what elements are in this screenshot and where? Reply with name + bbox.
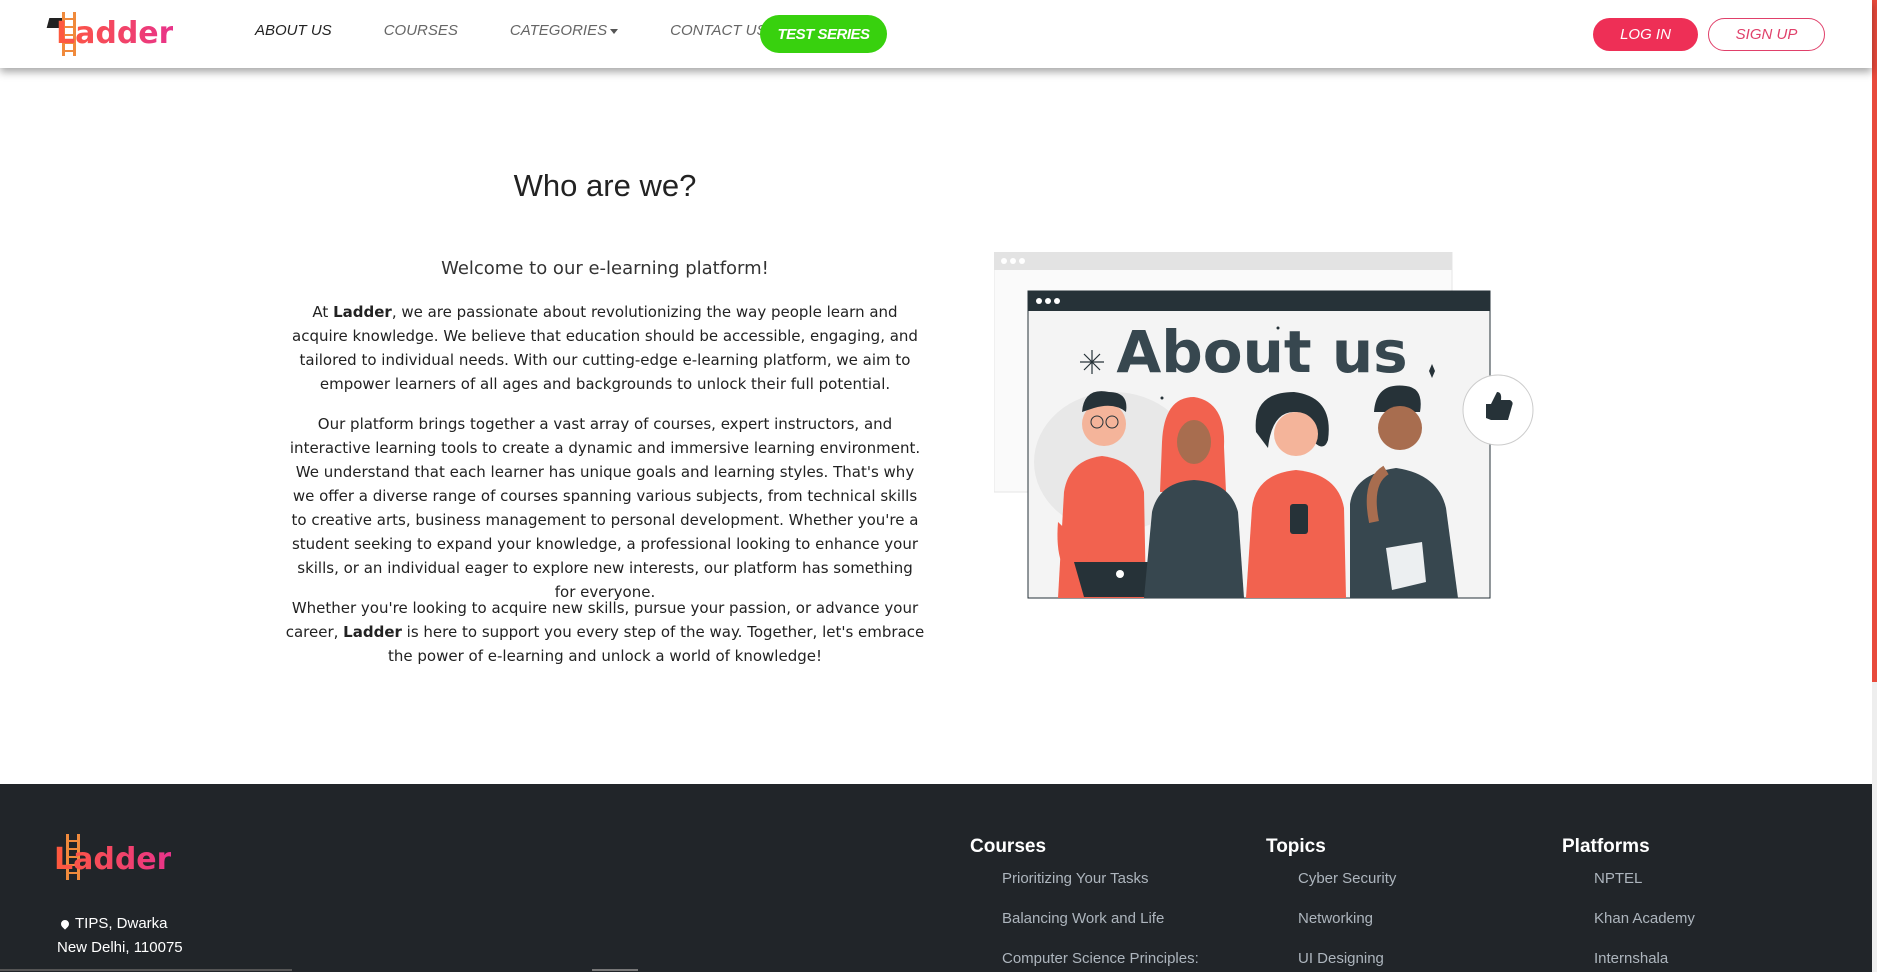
footer-topics-heading: Topics <box>1266 836 1326 857</box>
footer-courses-heading: Courses <box>970 836 1047 857</box>
footer-brand-name: Ladder <box>54 842 172 877</box>
nav-categories[interactable]: CATEGORIES <box>509 22 619 39</box>
footer-divider <box>0 969 292 971</box>
footer-platform-link[interactable]: Khan Academy <box>1594 910 1695 932</box>
footer-platforms-heading: Platforms <box>1562 836 1650 857</box>
footer-topic-link[interactable]: Cyber Security <box>1298 870 1396 892</box>
brand-logo[interactable]: Ladder <box>46 8 173 56</box>
footer-address: TIPS, Dwarka New Delhi, 110075 <box>57 912 183 960</box>
footer-topics-column: Topics Cyber Security Networking UI Desi… <box>1266 836 1396 972</box>
footer-courses-column: Courses Prioritizing Your Tasks Balancin… <box>970 836 1199 972</box>
footer-course-link[interactable]: Prioritizing Your Tasks <box>1002 870 1199 892</box>
footer-topic-link[interactable]: UI Designing <box>1298 950 1396 972</box>
footer-course-link[interactable]: Computer Science Principles: <box>1002 950 1199 972</box>
about-us-illustration: About us <box>994 252 1534 599</box>
footer-logo[interactable]: Ladder <box>44 832 194 882</box>
about-paragraph-1: At Ladder, we are passionate about revol… <box>285 300 925 396</box>
about-paragraph-3: Whether you're looking to acquire new sk… <box>285 596 925 668</box>
nav-about-us[interactable]: ABOUT US <box>255 22 332 39</box>
map-pin-icon <box>59 918 71 930</box>
nav-categories-label: CATEGORIES <box>509 22 608 39</box>
login-button[interactable]: LOG IN <box>1593 18 1698 51</box>
footer: Ladder TIPS, Dwarka New Delhi, 110075 Co… <box>0 784 1872 972</box>
scrollbar-thumb[interactable] <box>1872 0 1877 682</box>
p3-brand: Ladder <box>343 623 402 641</box>
footer-divider <box>592 969 638 971</box>
page-title: Who are we? <box>513 168 697 203</box>
p3-post: is here to support you every step of the… <box>388 623 925 665</box>
footer-course-link[interactable]: Balancing Work and Life <box>1002 910 1199 932</box>
footer-platform-link[interactable]: NPTEL <box>1594 870 1695 892</box>
address-line-2: New Delhi, 110075 <box>57 939 183 956</box>
signup-button[interactable]: SIGN UP <box>1708 18 1825 51</box>
footer-platform-link[interactable]: Internshala <box>1594 950 1695 972</box>
caret-down-icon <box>610 28 619 34</box>
brand-name: Ladder <box>56 16 174 51</box>
test-series-button[interactable]: TEST SERIES <box>760 15 887 53</box>
about-paragraph-2: Our platform brings together a vast arra… <box>289 415 921 601</box>
address-line-1-text: TIPS, Dwarka <box>75 915 168 932</box>
footer-platforms-column: Platforms NPTEL Khan Academy Internshala <box>1562 836 1695 972</box>
navbar: Ladder ABOUT US COURSES CATEGORIES CONTA… <box>0 0 1872 68</box>
p1-pre: At <box>312 303 334 321</box>
nav-courses[interactable]: COURSES <box>384 22 458 39</box>
p1-brand: Ladder <box>333 303 392 321</box>
footer-topic-link[interactable]: Networking <box>1298 910 1396 932</box>
illustration-title: About us <box>1116 318 1407 386</box>
nav-contact-us[interactable]: CONTACT US <box>670 22 766 39</box>
address-line-1: TIPS, Dwarka <box>57 912 183 936</box>
nav-links: ABOUT US COURSES CATEGORIES CONTACT US <box>255 22 819 39</box>
welcome-heading: Welcome to our e-learning platform! <box>441 258 769 279</box>
